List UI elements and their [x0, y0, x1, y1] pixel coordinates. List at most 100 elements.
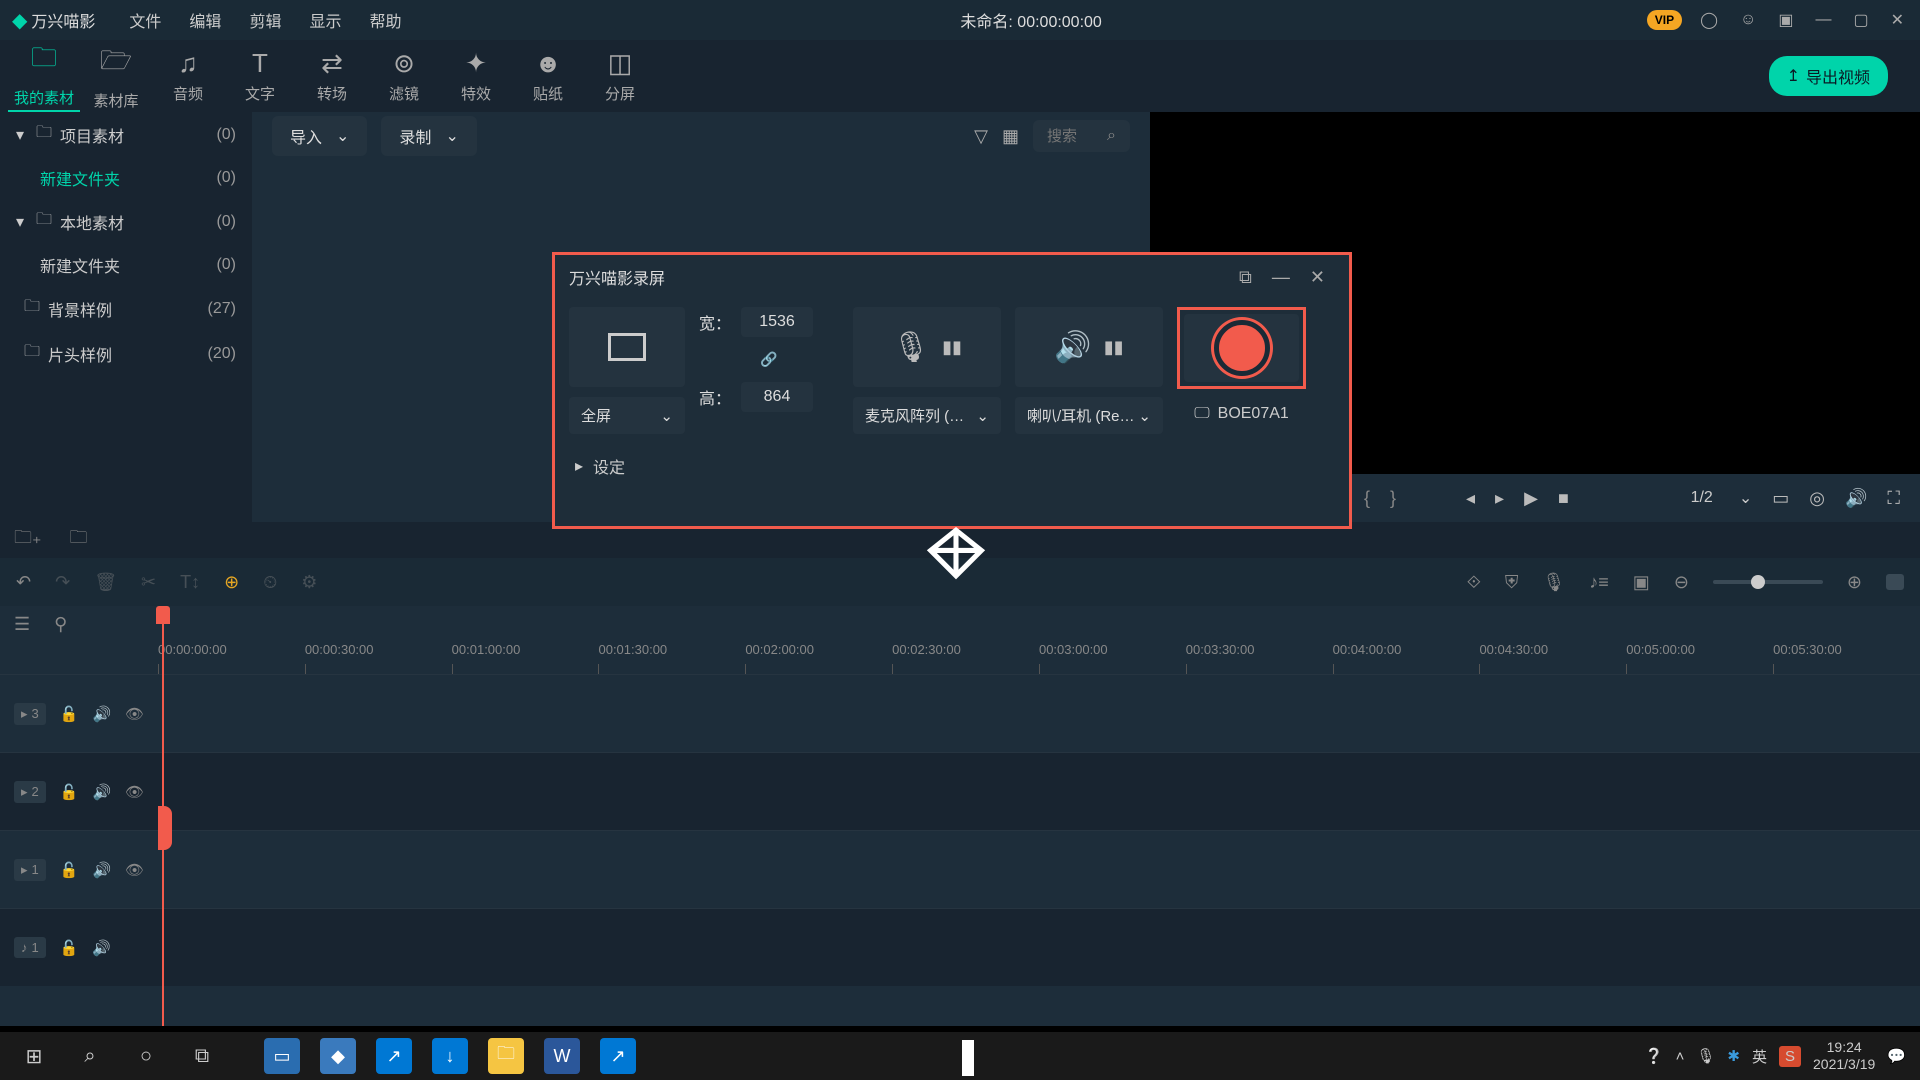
- tab-effects[interactable]: ✦特效: [440, 48, 512, 104]
- adjust-button[interactable]: ⚙: [301, 572, 317, 593]
- taskbar-clock[interactable]: 19:242021/3/19: [1813, 1039, 1875, 1073]
- zoom-in-button[interactable]: ⊕: [1847, 572, 1862, 593]
- menu-display[interactable]: 显示: [295, 8, 355, 32]
- stop-button[interactable]: ■: [1558, 488, 1569, 509]
- zoom-fit-button[interactable]: [1886, 574, 1904, 590]
- eye-icon[interactable]: 👁: [125, 783, 144, 801]
- menu-clip[interactable]: 剪辑: [235, 8, 295, 32]
- lock-icon[interactable]: 🔓: [60, 861, 79, 879]
- mute-icon[interactable]: 🔊: [92, 705, 111, 723]
- sidebar-item-local[interactable]: ▾🗀本地素材(0): [0, 199, 252, 244]
- eye-icon[interactable]: 👁: [125, 705, 144, 723]
- shield-button[interactable]: ⛨: [1505, 572, 1519, 593]
- screen-capture-box[interactable]: [569, 307, 685, 387]
- taskview-button[interactable]: ⧉: [174, 1032, 230, 1080]
- tab-media-library[interactable]: 🗁素材库: [80, 42, 152, 111]
- mute-icon[interactable]: 🔊: [92, 939, 111, 957]
- timeline-ruler[interactable]: 00:00:00:00 00:00:30:00 00:01:00:00 00:0…: [158, 642, 1920, 674]
- prev-frame-button[interactable]: ◂: [1466, 488, 1475, 509]
- open-folder-button[interactable]: 🗀: [70, 525, 88, 555]
- recorder-settings-toggle[interactable]: ▸设定: [555, 442, 1349, 490]
- audio-sync-button[interactable]: ♪≡: [1589, 572, 1609, 593]
- zoom-out-button[interactable]: ⊖: [1674, 572, 1689, 593]
- start-button[interactable]: ⊞: [6, 1032, 62, 1080]
- magnet-button[interactable]: ⚲: [54, 614, 67, 635]
- taskbar-app-3[interactable]: ↗: [366, 1032, 422, 1080]
- taskbar-app-4[interactable]: ↓: [422, 1032, 478, 1080]
- search-input[interactable]: ⌕: [1033, 120, 1130, 152]
- help-icon[interactable]: ❔: [1645, 1047, 1664, 1065]
- width-value[interactable]: 1536: [741, 307, 813, 337]
- close-icon[interactable]: ✕: [1300, 267, 1335, 288]
- mic-device-dropdown[interactable]: 麦克风阵列 (…⌄: [853, 397, 1001, 434]
- track-audio-1[interactable]: ♪1🔓🔊: [0, 908, 1920, 986]
- grid-view-icon[interactable]: ▦: [1002, 126, 1019, 147]
- export-button[interactable]: ↥导出视频: [1769, 56, 1888, 96]
- tab-my-media[interactable]: 🗀我的素材: [8, 39, 80, 113]
- tab-sticker[interactable]: ☻贴纸: [512, 48, 584, 104]
- render-button[interactable]: ▣: [1633, 572, 1650, 593]
- tab-transition[interactable]: ⇄转场: [296, 48, 368, 104]
- track-video-2[interactable]: ▸2🔓🔊👁: [0, 752, 1920, 830]
- cortana-button[interactable]: ○: [118, 1032, 174, 1080]
- account-icon[interactable]: ◯: [1696, 6, 1722, 34]
- tray-mic-icon[interactable]: 🎙: [1696, 1047, 1715, 1065]
- tab-text[interactable]: T文字: [224, 48, 296, 104]
- text-tool-button[interactable]: T↕: [180, 572, 200, 593]
- close-button[interactable]: ✕: [1887, 6, 1908, 34]
- mic-box[interactable]: 🎙▮▮: [853, 307, 1001, 387]
- tray-app-icon[interactable]: ✱: [1727, 1047, 1740, 1065]
- timeline-menu-button[interactable]: ☰: [14, 614, 30, 635]
- playhead-handle[interactable]: [156, 606, 170, 624]
- record-button[interactable]: [1184, 314, 1299, 382]
- height-value[interactable]: 864: [741, 382, 813, 412]
- tray-chevron-icon[interactable]: ˄: [1676, 1048, 1685, 1065]
- link-icon[interactable]: 🔗: [699, 351, 839, 368]
- mute-icon[interactable]: 🔊: [92, 861, 111, 879]
- taskbar-app-filmora[interactable]: ↗: [590, 1032, 646, 1080]
- save-icon[interactable]: ▣: [1774, 6, 1797, 34]
- snapshot-icon[interactable]: ◎: [1809, 488, 1825, 509]
- zoom-slider[interactable]: [1713, 580, 1823, 584]
- mute-icon[interactable]: 🔊: [92, 783, 111, 801]
- sidebar-item-bg[interactable]: 🗀背景样例(27): [0, 286, 252, 331]
- minimize-button[interactable]: —: [1811, 7, 1835, 33]
- tab-split[interactable]: ◫分屏: [584, 48, 656, 104]
- undo-button[interactable]: ↶: [16, 572, 31, 593]
- ime-lang[interactable]: 英: [1752, 1046, 1767, 1067]
- lock-icon[interactable]: 🔓: [60, 705, 79, 723]
- minimize-icon[interactable]: —: [1262, 267, 1300, 288]
- split-button[interactable]: ✂: [141, 572, 156, 593]
- marker-button[interactable]: ⟐: [1467, 572, 1481, 593]
- sidebar-item-newfolder1[interactable]: 新建文件夹(0): [0, 157, 252, 199]
- new-folder-button[interactable]: 🗀₊: [14, 525, 42, 555]
- redo-button[interactable]: ↷: [55, 572, 70, 593]
- record-dropdown[interactable]: 录制⌄: [381, 116, 476, 156]
- delete-button[interactable]: 🗑: [94, 572, 117, 593]
- playhead[interactable]: [162, 606, 164, 1026]
- maximize-button[interactable]: ▢: [1849, 6, 1872, 34]
- ime-indicator[interactable]: S: [1779, 1046, 1801, 1067]
- search-button[interactable]: ⌕: [62, 1032, 118, 1080]
- feedback-icon[interactable]: ☺: [1736, 7, 1760, 33]
- menu-edit[interactable]: 编辑: [175, 8, 235, 32]
- filter-icon[interactable]: ▽: [974, 126, 988, 147]
- volume-icon[interactable]: 🔊: [1845, 488, 1867, 509]
- play-button[interactable]: ▶: [1524, 488, 1538, 509]
- lock-icon[interactable]: 🔓: [60, 783, 79, 801]
- speaker-box[interactable]: 🔊▮▮: [1015, 307, 1163, 387]
- next-frame-button[interactable]: ▸: [1495, 488, 1504, 509]
- crop-button[interactable]: ⊕: [224, 572, 239, 593]
- notifications-icon[interactable]: 💬: [1887, 1047, 1906, 1065]
- zoom-thumb[interactable]: [1751, 575, 1765, 589]
- system-tray[interactable]: ❔ ˄ 🎙 ✱ 英 S 19:242021/3/19 💬: [1645, 1039, 1914, 1073]
- voiceover-button[interactable]: 🎙: [1542, 572, 1565, 593]
- fullscreen-icon[interactable]: ⛶: [1887, 488, 1900, 509]
- track-video-3[interactable]: ▸3🔓🔊👁: [0, 674, 1920, 752]
- track-video-1[interactable]: ▸1🔓🔊👁: [0, 830, 1920, 908]
- screen-mode-dropdown[interactable]: 全屏⌄: [569, 397, 685, 434]
- tab-audio[interactable]: ♫音频: [152, 48, 224, 104]
- menu-help[interactable]: 帮助: [355, 8, 415, 32]
- import-dropdown[interactable]: 导入⌄: [272, 116, 367, 156]
- taskbar-app-explorer[interactable]: 🗀: [478, 1032, 534, 1080]
